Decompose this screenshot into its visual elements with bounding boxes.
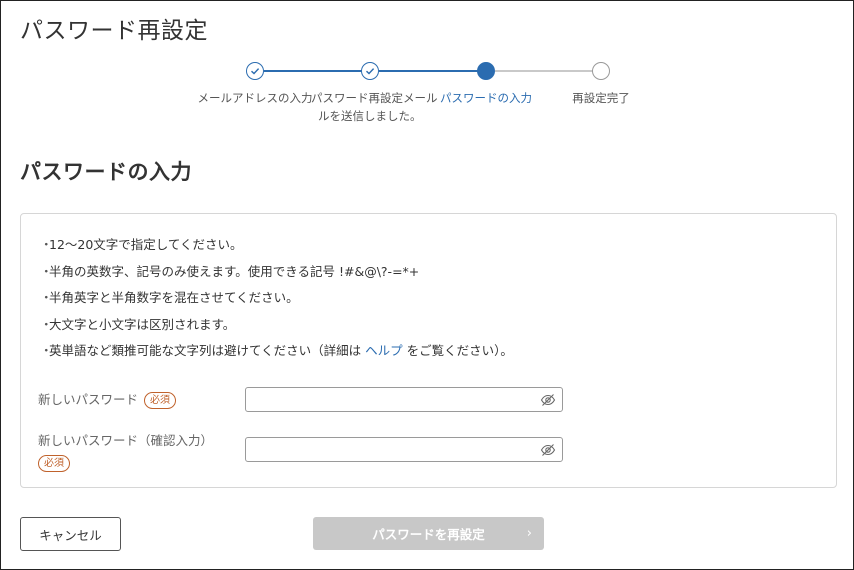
new-password-label: 新しいパスワード 必須 [38,389,177,409]
page-frame: パスワード再設定 メールアドレスの入力 パスワード再設定メール ルを送信しました… [0,0,854,570]
new-password-input[interactable] [246,388,536,411]
rule-item: ・英単語など類推可能な文字列は避けてください（詳細は ヘルプ をご覧ください）。 [40,343,513,358]
rule-item: ・12〜20文字で指定してください。 [40,237,243,252]
rule-item: ・半角英字と半角数字を混在させてください。 [40,290,299,305]
confirm-password-label: 新しいパスワード（確認入力） 必須 [38,431,213,473]
section-title: パスワードの入力 [20,160,192,184]
step-1-check-icon [246,62,264,80]
step-connector-1 [264,70,362,72]
required-badge: 必須 [144,392,177,409]
confirm-password-input[interactable] [246,438,536,461]
eye-slash-icon[interactable] [540,442,556,458]
step-3-active-dot [477,62,495,80]
new-password-field[interactable] [245,387,563,412]
step-4-label: 再設定完了 [572,91,630,105]
step-2-check-icon [361,62,379,80]
reset-password-button-label: パスワードを再設定 [372,527,485,542]
eye-slash-icon[interactable] [540,392,556,408]
password-rules-list: ・12〜20文字で指定してください。 ・半角の英数字、記号のみ使えます。使用でき… [40,232,513,365]
required-badge: 必須 [38,455,70,472]
password-form-card: ・12〜20文字で指定してください。 ・半角の英数字、記号のみ使えます。使用でき… [20,213,837,488]
reset-password-button[interactable]: パスワードを再設定 › [313,517,544,550]
step-2-label-line2: ルを送信しました。 [318,109,422,123]
rule-item: ・半角の英数字、記号のみ使えます。使用できる記号 !#&@\?-=*+ [40,263,420,279]
chevron-right-icon: › [526,526,532,541]
rule-item: ・大文字と小文字は区別されます。 [40,316,236,332]
step-1-label: メールアドレスの入力 [197,91,313,105]
cancel-button[interactable]: キャンセル [20,517,121,551]
step-2-label-line1: パスワード再設定メール [311,91,438,105]
step-connector-2 [379,70,478,72]
progress-stepper: メールアドレスの入力 パスワード再設定メール ルを送信しました。 パスワードの入… [1,59,854,129]
help-link[interactable]: ヘルプ [365,343,403,358]
step-2-label: パスワード再設定メール ルを送信しました。 [311,89,438,125]
confirm-password-field[interactable] [245,437,563,462]
step-3-label: パスワードの入力 [440,91,532,105]
step-connector-3 [495,70,593,72]
step-4-pending-dot [592,62,610,80]
page-title: パスワード再設定 [20,18,208,44]
